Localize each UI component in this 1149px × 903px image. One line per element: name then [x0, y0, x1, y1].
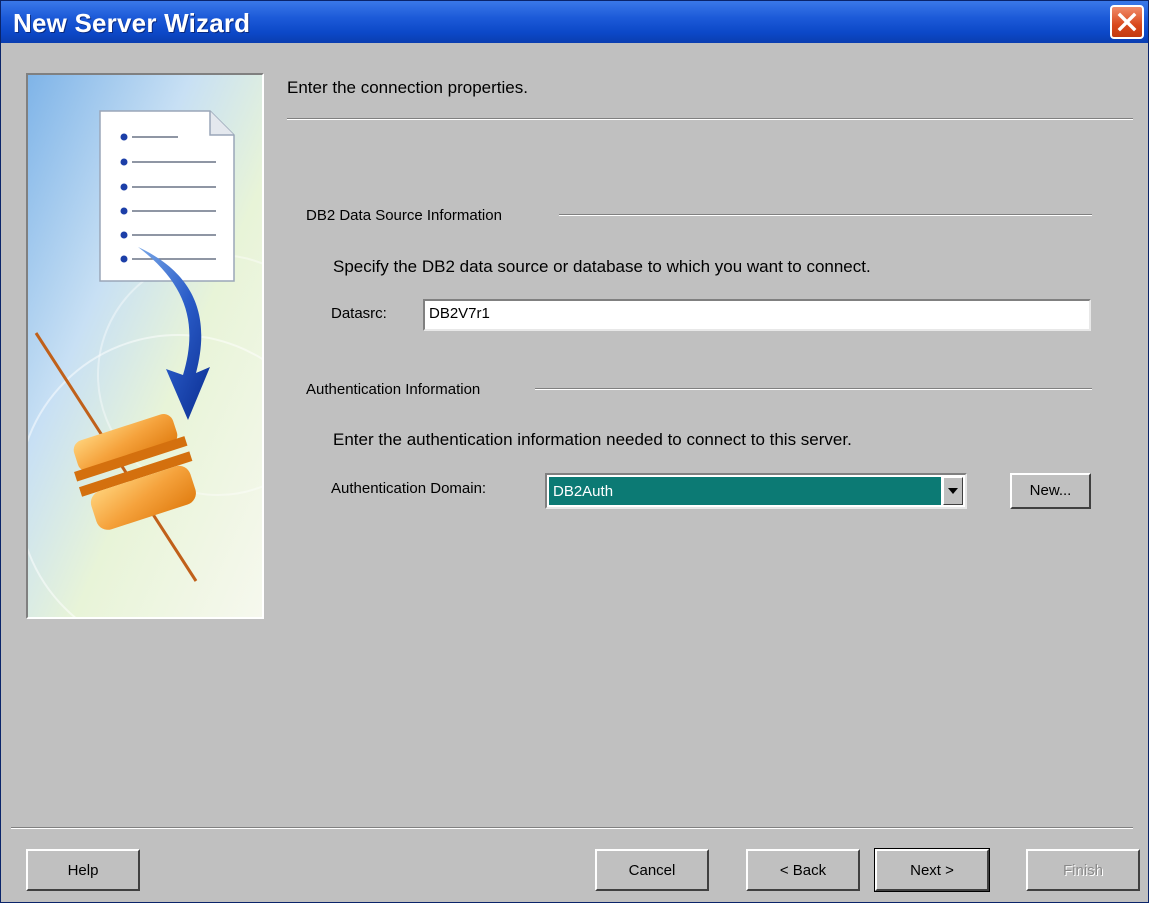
title-bar[interactable]: New Server Wizard: [1, 1, 1148, 43]
new-domain-button[interactable]: New...: [1010, 473, 1091, 509]
cancel-button-label: Cancel: [628, 862, 676, 879]
next-button-label: Next >: [910, 862, 954, 879]
authentication-domain-value: DB2Auth: [549, 477, 941, 505]
wizard-illustration: [26, 73, 264, 619]
footer-separator: [11, 827, 1133, 829]
datasrc-input[interactable]: DB2V7r1: [423, 299, 1091, 331]
cancel-button[interactable]: Cancel: [595, 849, 709, 891]
wizard-window: New Server Wizard Enter the connection p…: [0, 0, 1149, 903]
close-button[interactable]: [1110, 5, 1144, 39]
window-title: New Server Wizard: [13, 8, 251, 38]
datasource-group-line: [559, 214, 1092, 216]
dropdown-arrow-icon: [948, 488, 958, 494]
new-domain-button-label: New...: [1029, 482, 1072, 499]
datasrc-value: DB2V7r1: [429, 305, 490, 322]
finish-button-label: Finish: [1062, 862, 1103, 879]
datasource-description: Specify the DB2 data source or database …: [333, 257, 871, 276]
finish-button: Finish: [1026, 849, 1140, 891]
authentication-description: Enter the authentication information nee…: [333, 430, 852, 449]
help-button-label: Help: [67, 862, 99, 879]
close-icon: [1117, 12, 1137, 32]
authentication-group-label: Authentication Information: [306, 381, 481, 398]
authentication-group-line: [535, 388, 1092, 390]
authentication-domain-select[interactable]: DB2Auth: [545, 473, 967, 509]
datasrc-label: Datasrc:: [331, 305, 387, 322]
heading-separator: [287, 118, 1133, 120]
next-button[interactable]: Next >: [874, 848, 990, 892]
back-button-label: < Back: [779, 862, 827, 879]
dropdown-arrow-button[interactable]: [943, 477, 963, 505]
back-button[interactable]: < Back: [746, 849, 860, 891]
page-heading: Enter the connection properties.: [287, 78, 528, 97]
help-button[interactable]: Help: [26, 849, 140, 891]
authentication-domain-label: Authentication Domain:: [331, 480, 487, 497]
datasource-group-label: DB2 Data Source Information: [306, 207, 502, 224]
